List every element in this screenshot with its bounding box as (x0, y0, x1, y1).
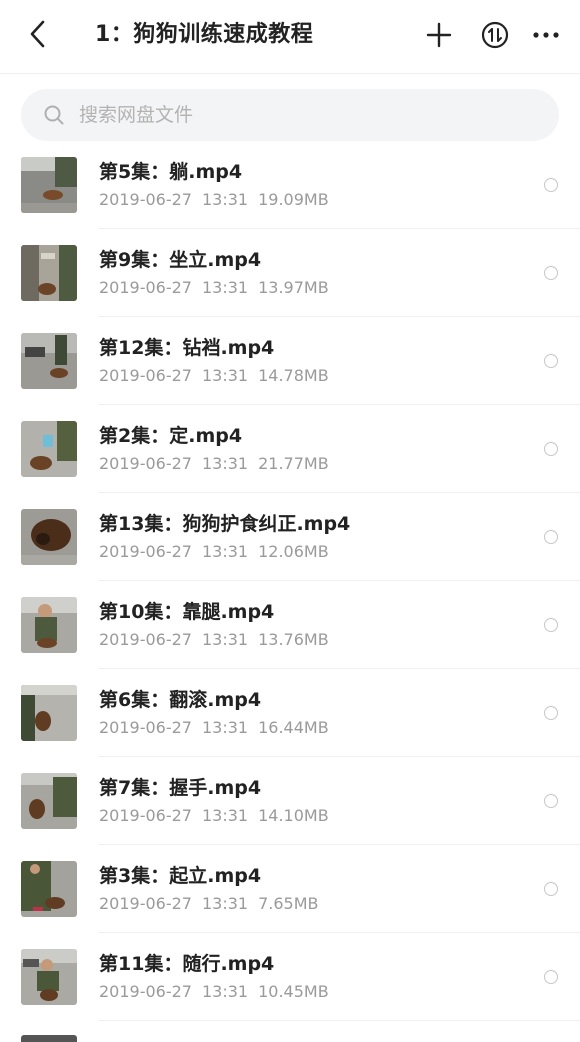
select-radio[interactable] (544, 442, 558, 456)
file-meta: 2019-06-27 13:31 14.78MB (99, 365, 329, 387)
page-title: 1：狗狗训练速成教程 (95, 22, 314, 47)
file-meta: 2019-06-27 13:31 14.10MB (99, 805, 329, 827)
file-name: 第10集：靠腿.mp4 (99, 601, 275, 623)
file-time: 13:31 (201, 806, 249, 825)
chevron-left-icon (30, 20, 45, 48)
select-radio[interactable] (544, 794, 558, 808)
file-size: 14.78MB (258, 366, 329, 385)
video-thumbnail (21, 333, 77, 389)
file-date: 2019-06-27 (99, 190, 192, 209)
video-thumbnail (21, 949, 77, 1005)
file-name: 第3集：起立.mp4 (99, 865, 262, 887)
file-date: 2019-06-27 (99, 278, 192, 297)
file-meta: 2019-06-27 13:31 10.45MB (99, 981, 329, 1003)
header-bar: 1：狗狗训练速成教程 (0, 0, 580, 74)
file-date: 2019-06-27 (99, 630, 192, 649)
file-name: 第6集：翻滚.mp4 (99, 689, 262, 711)
file-size: 12.06MB (258, 542, 329, 561)
file-row[interactable]: 第3集：起立.mp4 2019-06-27 13:31 7.65MB (0, 845, 580, 933)
file-row[interactable]: 第10集：靠腿.mp4 2019-06-27 13:31 13.76MB (0, 581, 580, 669)
video-thumbnail (21, 1035, 77, 1042)
video-thumbnail (21, 157, 77, 213)
file-name: 第2集：定.mp4 (99, 425, 243, 447)
file-time: 13:31 (201, 982, 249, 1001)
select-radio[interactable] (544, 266, 558, 280)
file-time: 13:31 (201, 454, 249, 473)
file-time: 13:31 (201, 630, 249, 649)
file-name: 第9集：坐立.mp4 (99, 249, 262, 271)
file-date: 2019-06-27 (99, 454, 192, 473)
select-radio[interactable] (544, 354, 558, 368)
file-size: 10.45MB (258, 982, 329, 1001)
file-date: 2019-06-27 (99, 542, 192, 561)
file-meta: 2019-06-27 13:31 12.06MB (99, 541, 329, 563)
search-input[interactable] (79, 89, 519, 141)
file-date: 2019-06-27 (99, 894, 192, 913)
file-time: 13:31 (201, 278, 249, 297)
select-radio[interactable] (544, 706, 558, 720)
file-size: 13.97MB (258, 278, 329, 297)
file-time: 13:31 (201, 542, 249, 561)
file-date: 2019-06-27 (99, 366, 192, 385)
select-radio[interactable] (544, 618, 558, 632)
file-time: 13:31 (201, 366, 249, 385)
file-row[interactable]: 第13集：狗狗护食纠正.mp4 2019-06-27 13:31 12.06MB (0, 493, 580, 581)
file-list: 第5集：躺.mp4 2019-06-27 13:31 19.09MB 第9集：坐立.… (0, 141, 580, 1042)
file-name: 第11集：随行.mp4 (99, 953, 275, 975)
file-meta: 2019-06-27 13:31 19.09MB (99, 189, 329, 211)
file-row-partial[interactable] (0, 1021, 580, 1042)
file-size: 19.09MB (258, 190, 329, 209)
video-thumbnail (21, 245, 77, 301)
file-time: 13:31 (201, 190, 249, 209)
more-dots-icon (533, 32, 559, 38)
video-thumbnail (21, 685, 77, 741)
search-bar[interactable] (21, 89, 559, 141)
video-thumbnail (21, 861, 77, 917)
add-button[interactable] (421, 17, 457, 53)
transfer-button[interactable] (477, 17, 513, 53)
file-size: 13.76MB (258, 630, 329, 649)
file-name: 第13集：狗狗护食纠正.mp4 (99, 513, 351, 535)
file-meta: 2019-06-27 13:31 7.65MB (99, 893, 319, 915)
video-thumbnail (21, 773, 77, 829)
file-date: 2019-06-27 (99, 806, 192, 825)
select-radio[interactable] (544, 530, 558, 544)
file-row[interactable]: 第2集：定.mp4 2019-06-27 13:31 21.77MB (0, 405, 580, 493)
file-meta: 2019-06-27 13:31 13.76MB (99, 629, 329, 651)
file-time: 13:31 (201, 718, 249, 737)
file-meta: 2019-06-27 13:31 16.44MB (99, 717, 329, 739)
file-row[interactable]: 第9集：坐立.mp4 2019-06-27 13:31 13.97MB (0, 229, 580, 317)
file-size: 7.65MB (258, 894, 319, 913)
file-meta: 2019-06-27 13:31 21.77MB (99, 453, 329, 475)
search-icon (44, 105, 64, 125)
video-thumbnail (21, 509, 77, 565)
file-row[interactable]: 第12集：钻裆.mp4 2019-06-27 13:31 14.78MB (0, 317, 580, 405)
file-row[interactable]: 第5集：躺.mp4 2019-06-27 13:31 19.09MB (0, 141, 580, 229)
file-row[interactable]: 第6集：翻滚.mp4 2019-06-27 13:31 16.44MB (0, 669, 580, 757)
select-radio[interactable] (544, 178, 558, 192)
file-row[interactable]: 第7集：握手.mp4 2019-06-27 13:31 14.10MB (0, 757, 580, 845)
file-size: 14.10MB (258, 806, 329, 825)
file-size: 21.77MB (258, 454, 329, 473)
file-name: 第12集：钻裆.mp4 (99, 337, 275, 359)
file-size: 16.44MB (258, 718, 329, 737)
select-radio[interactable] (544, 970, 558, 984)
plus-icon (426, 22, 452, 48)
app-window: 1：狗狗训练速成教程 搜索网盘文件 第5集：躺.mp4 2019-06-27 1… (0, 0, 580, 1042)
back-button[interactable] (22, 14, 54, 54)
video-thumbnail (21, 597, 77, 653)
file-date: 2019-06-27 (99, 982, 192, 1001)
more-button[interactable] (528, 17, 564, 53)
file-time: 13:31 (201, 894, 249, 913)
file-date: 2019-06-27 (99, 718, 192, 737)
file-name: 第5集：躺.mp4 (99, 161, 243, 183)
select-radio[interactable] (544, 882, 558, 896)
file-row[interactable]: 第11集：随行.mp4 2019-06-27 13:31 10.45MB (0, 933, 580, 1021)
file-name: 第7集：握手.mp4 (99, 777, 262, 799)
transfer-icon (481, 21, 509, 49)
video-thumbnail (21, 421, 77, 477)
file-meta: 2019-06-27 13:31 13.97MB (99, 277, 329, 299)
